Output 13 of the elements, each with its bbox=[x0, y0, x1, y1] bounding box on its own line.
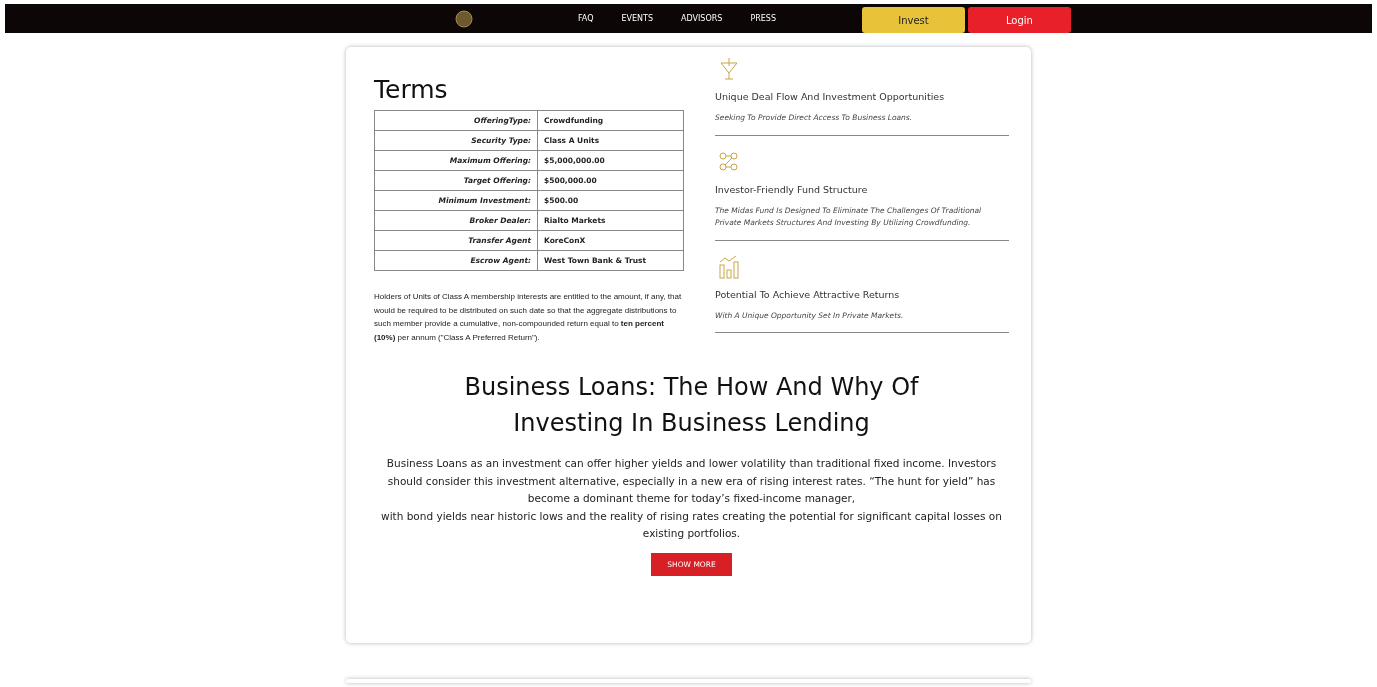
terms-title: Terms bbox=[374, 75, 449, 104]
article-heading: Business Loans: The How And Why Of Investing In Business Lending bbox=[463, 372, 920, 439]
login-button[interactable]: Login bbox=[967, 7, 1071, 33]
nav-link[interactable]: FAQ bbox=[578, 14, 594, 23]
nav-link[interactable]: EVENTS bbox=[621, 14, 654, 23]
nav-link[interactable]: PRESS bbox=[750, 14, 776, 23]
nav-link[interactable]: ADVISORS bbox=[681, 14, 723, 23]
feature-title: Investor-Friendly Fund Structure bbox=[715, 183, 869, 195]
terms-note: Holders of Units of Class A membership interests are entitled to the amount, if any, that would be required to be distributed on such date so that the aggregate distributions to such member provide a cumulative, non-compounded return equal to ten percent (10%) per annum ("Class A Preferred Return"). bbox=[374, 291, 683, 344]
article-paragraph: Business Loans as an investment can offer higher yields and lower volatility than traditional fixed income. Investors should consider this investment alternative, especially in a new era of rising interest rates. “The hunt for yield” has become a dominant theme for today’s fixed-income manager, with bond yields near historic lows and the reality of rising rates creating the potential for significant capital losses on existing portfolios. bbox=[380, 456, 1003, 541]
feature-title: Unique Deal Flow And Investment Opportunities bbox=[715, 91, 946, 102]
invest-button[interactable]: Invest bbox=[861, 7, 965, 33]
feature-title: Potential To Achieve Attractive Returns bbox=[715, 288, 901, 300]
